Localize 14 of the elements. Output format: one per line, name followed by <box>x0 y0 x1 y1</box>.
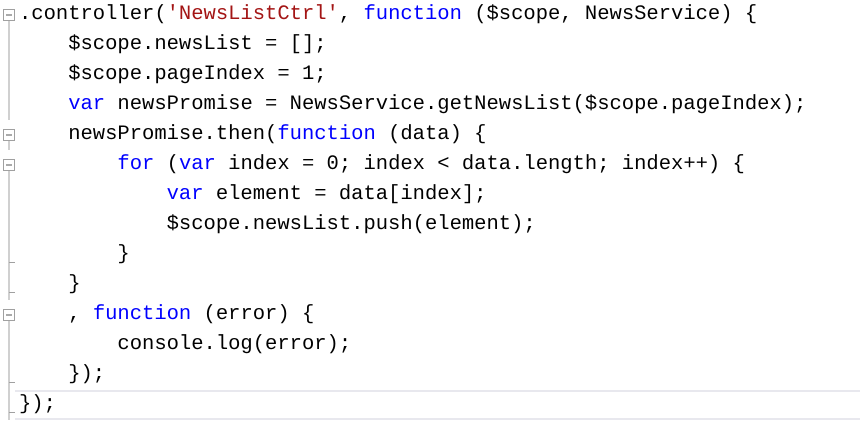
code-line: }); <box>15 390 860 420</box>
code-line: }); <box>67 362 106 388</box>
code-line: , function (error) { <box>67 302 316 328</box>
code-line: $scope.newsList = []; <box>67 32 328 58</box>
code-line: $scope.pageIndex = 1; <box>67 62 328 88</box>
code-line: $scope.newsList.push(element); <box>166 212 537 238</box>
code-line: } <box>116 242 131 268</box>
code-line: } <box>67 272 82 298</box>
code-line: newsPromise.then(function (data) { <box>67 122 488 148</box>
code-line: console.log(error); <box>116 332 352 358</box>
code-line: for (var index = 0; index < data.length; index++) { <box>116 152 746 178</box>
code-line: .controller('NewsListCtrl', function ($scope, NewsService) { <box>18 2 758 28</box>
code-line: var element = data[index]; <box>166 182 488 208</box>
code-line: var newsPromise = NewsService.getNewsList($scope.pageIndex); <box>67 92 808 118</box>
